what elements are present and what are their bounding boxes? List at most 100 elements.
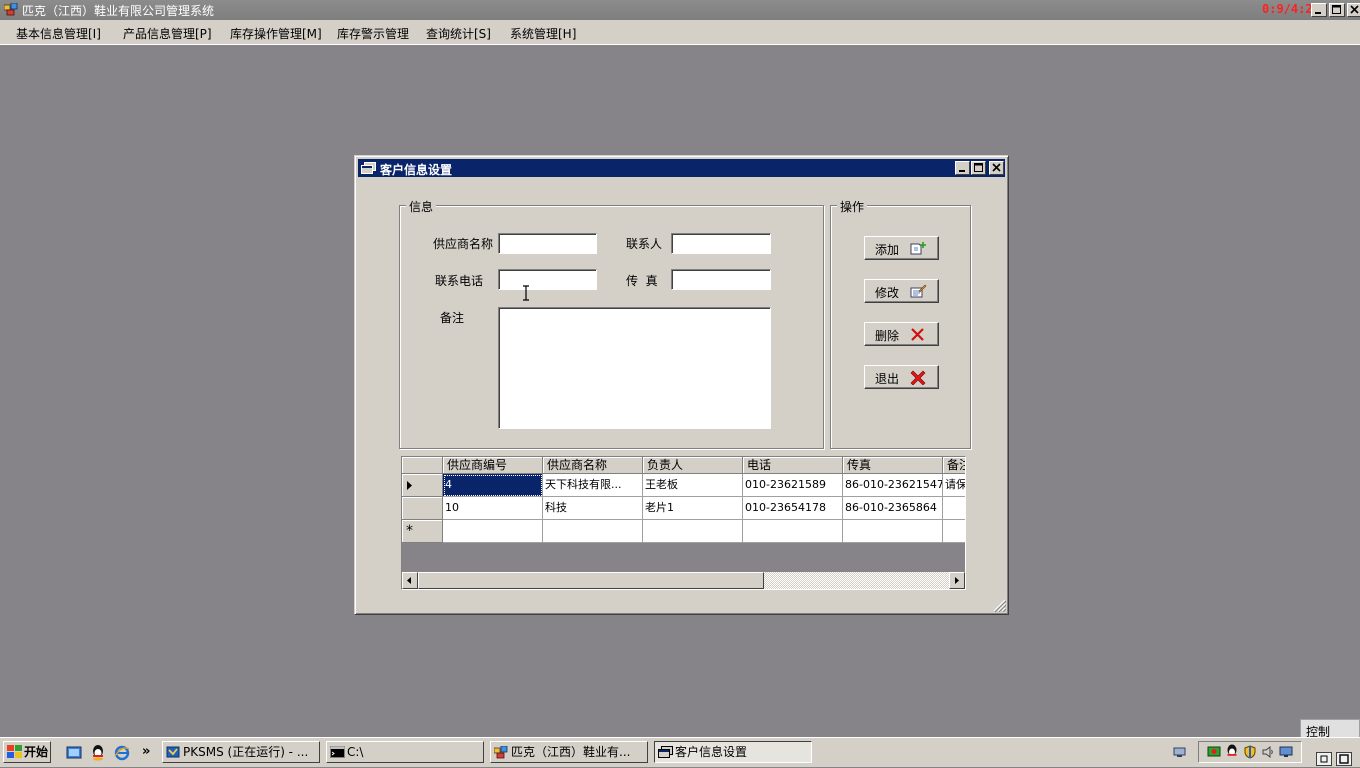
tray-app-icon[interactable] [1207,745,1221,759]
close-icon [992,163,1001,172]
column-header-supplier-id[interactable]: 供应商编号 [443,457,543,474]
grid-cell[interactable]: 科技 [543,497,643,520]
grid-cell[interactable]: 010-23621589 [743,474,843,497]
start-button[interactable]: 开始 [3,741,51,763]
minimize-icon [1315,12,1321,14]
grid-cell-new[interactable] [943,520,965,543]
grid-cell[interactable]: 请保 [943,474,965,497]
add-button[interactable]: 添加 [864,236,939,260]
column-header-phone[interactable]: 电话 [743,457,843,474]
grid-cell[interactable]: 王老板 [643,474,743,497]
antivirus-shield-icon[interactable] [1243,745,1257,759]
grid-cell[interactable]: 86-010-2365864 [843,497,943,520]
grid-cell-new[interactable] [543,520,643,543]
control-buttons [1316,752,1356,766]
text-cursor-icon [523,285,529,301]
grid-cell-new[interactable] [443,520,543,543]
qq-icon[interactable] [90,744,106,761]
system-tray [1198,741,1302,763]
task-button-customer-info[interactable]: 客户信息设置 [654,741,812,763]
arrow-left-icon [407,577,411,584]
grid-cell[interactable]: 4 [443,474,543,497]
grid-cell[interactable]: 10 [443,497,543,520]
supplier-name-label: 供应商名称 [433,237,494,251]
control-button-2[interactable] [1336,752,1352,766]
grid-cell[interactable]: 010-23654178 [743,497,843,520]
internet-explorer-icon[interactable] [114,745,130,761]
app-icon [494,746,508,759]
row-header-current[interactable] [402,474,443,497]
operations-group-label: 操作 [837,198,868,215]
maximize-icon [1332,5,1341,14]
column-header-supplier-name[interactable]: 供应商名称 [543,457,643,474]
minimize-button[interactable] [1311,3,1327,17]
command-prompt-icon [330,746,345,758]
grid-cell-new[interactable] [643,520,743,543]
remark-textarea[interactable] [498,307,771,429]
windows-logo-icon [7,745,22,758]
arrow-right-icon [955,577,959,584]
dialog-maximize-button[interactable] [971,161,986,175]
menu-basic-info[interactable]: 基本信息管理[I] [16,25,101,42]
dialog-minimize-button[interactable] [955,161,970,175]
quick-launch-more[interactable]: » [142,744,150,759]
scroll-right-button[interactable] [949,572,965,589]
phone-input[interactable] [498,269,597,290]
supplier-name-input[interactable] [498,233,597,254]
row-header[interactable] [402,497,443,520]
menu-inventory-alert[interactable]: 库存警示管理 [337,25,409,42]
dialog-titlebar[interactable]: 客户信息设置 [358,159,1005,177]
scroll-left-button[interactable] [402,572,418,589]
delete-button-label: 删除 [875,329,900,343]
task-button-main-app[interactable]: 匹克（江西）鞋业有... [490,741,648,763]
add-icon [910,242,926,255]
virtualbox-icon [166,746,180,758]
menu-system-admin[interactable]: 系统管理[H] [510,25,576,42]
app-icon [4,3,18,16]
task-button-pksms[interactable]: PKSMS (正在运行) - ... [162,741,320,763]
qq-tray-icon[interactable] [1225,744,1239,759]
grid-cell[interactable]: 86-010-23621547 [843,474,943,497]
delete-button[interactable]: 删除 [864,322,939,346]
grid-cell[interactable] [943,497,965,520]
task-label: PKSMS (正在运行) - ... [183,745,309,759]
column-header-remark[interactable]: 备注 [943,457,965,474]
network-icon[interactable] [1172,745,1188,760]
menu-product-info[interactable]: 产品信息管理[P] [123,25,212,42]
supplier-data-grid[interactable]: 供应商编号 供应商名称 负责人 电话 传真 备注 4 天下科技有限... 王老板… [401,456,966,590]
maximize-icon [974,163,983,172]
menu-inventory-ops[interactable]: 库存操作管理[M] [230,25,322,42]
close-button[interactable] [1347,3,1360,17]
horizontal-scrollbar[interactable] [402,572,965,589]
window-restore-icon [1320,755,1328,763]
display-icon[interactable] [1279,745,1293,759]
grid-cell-new[interactable] [843,520,943,543]
current-row-arrow-icon [407,481,412,490]
fax-input[interactable] [671,269,771,290]
maximize-button[interactable] [1329,3,1345,17]
dialog-close-button[interactable] [989,161,1004,175]
resize-grip-icon[interactable] [992,598,1006,612]
close-icon [1350,5,1359,14]
task-label: 匹克（江西）鞋业有... [511,745,631,759]
window-icon [361,162,376,174]
start-label: 开始 [24,745,49,759]
grid-cell[interactable]: 天下科技有限... [543,474,643,497]
menu-query-stats[interactable]: 查询统计[S] [426,25,491,42]
task-label: 客户信息设置 [675,745,748,759]
volume-icon[interactable] [1261,745,1275,759]
scroll-thumb[interactable] [418,572,764,589]
app-titlebar: 匹克（江西）鞋业有限公司管理系统 0:9/4:24 [0,0,1360,20]
control-button-1[interactable] [1316,752,1332,766]
column-header-fax[interactable]: 传真 [843,457,943,474]
grid-cell-new[interactable] [743,520,843,543]
exit-button[interactable]: 退出 [864,365,939,389]
column-header-manager[interactable]: 负责人 [643,457,743,474]
new-row-header[interactable]: * [402,520,443,543]
show-desktop-icon[interactable] [66,745,82,761]
task-button-cmd[interactable]: C:\ [326,741,484,763]
edit-button[interactable]: 修改 [864,279,939,303]
grid-cell[interactable]: 老片1 [643,497,743,520]
edit-icon [910,284,927,298]
contact-input[interactable] [671,233,771,254]
